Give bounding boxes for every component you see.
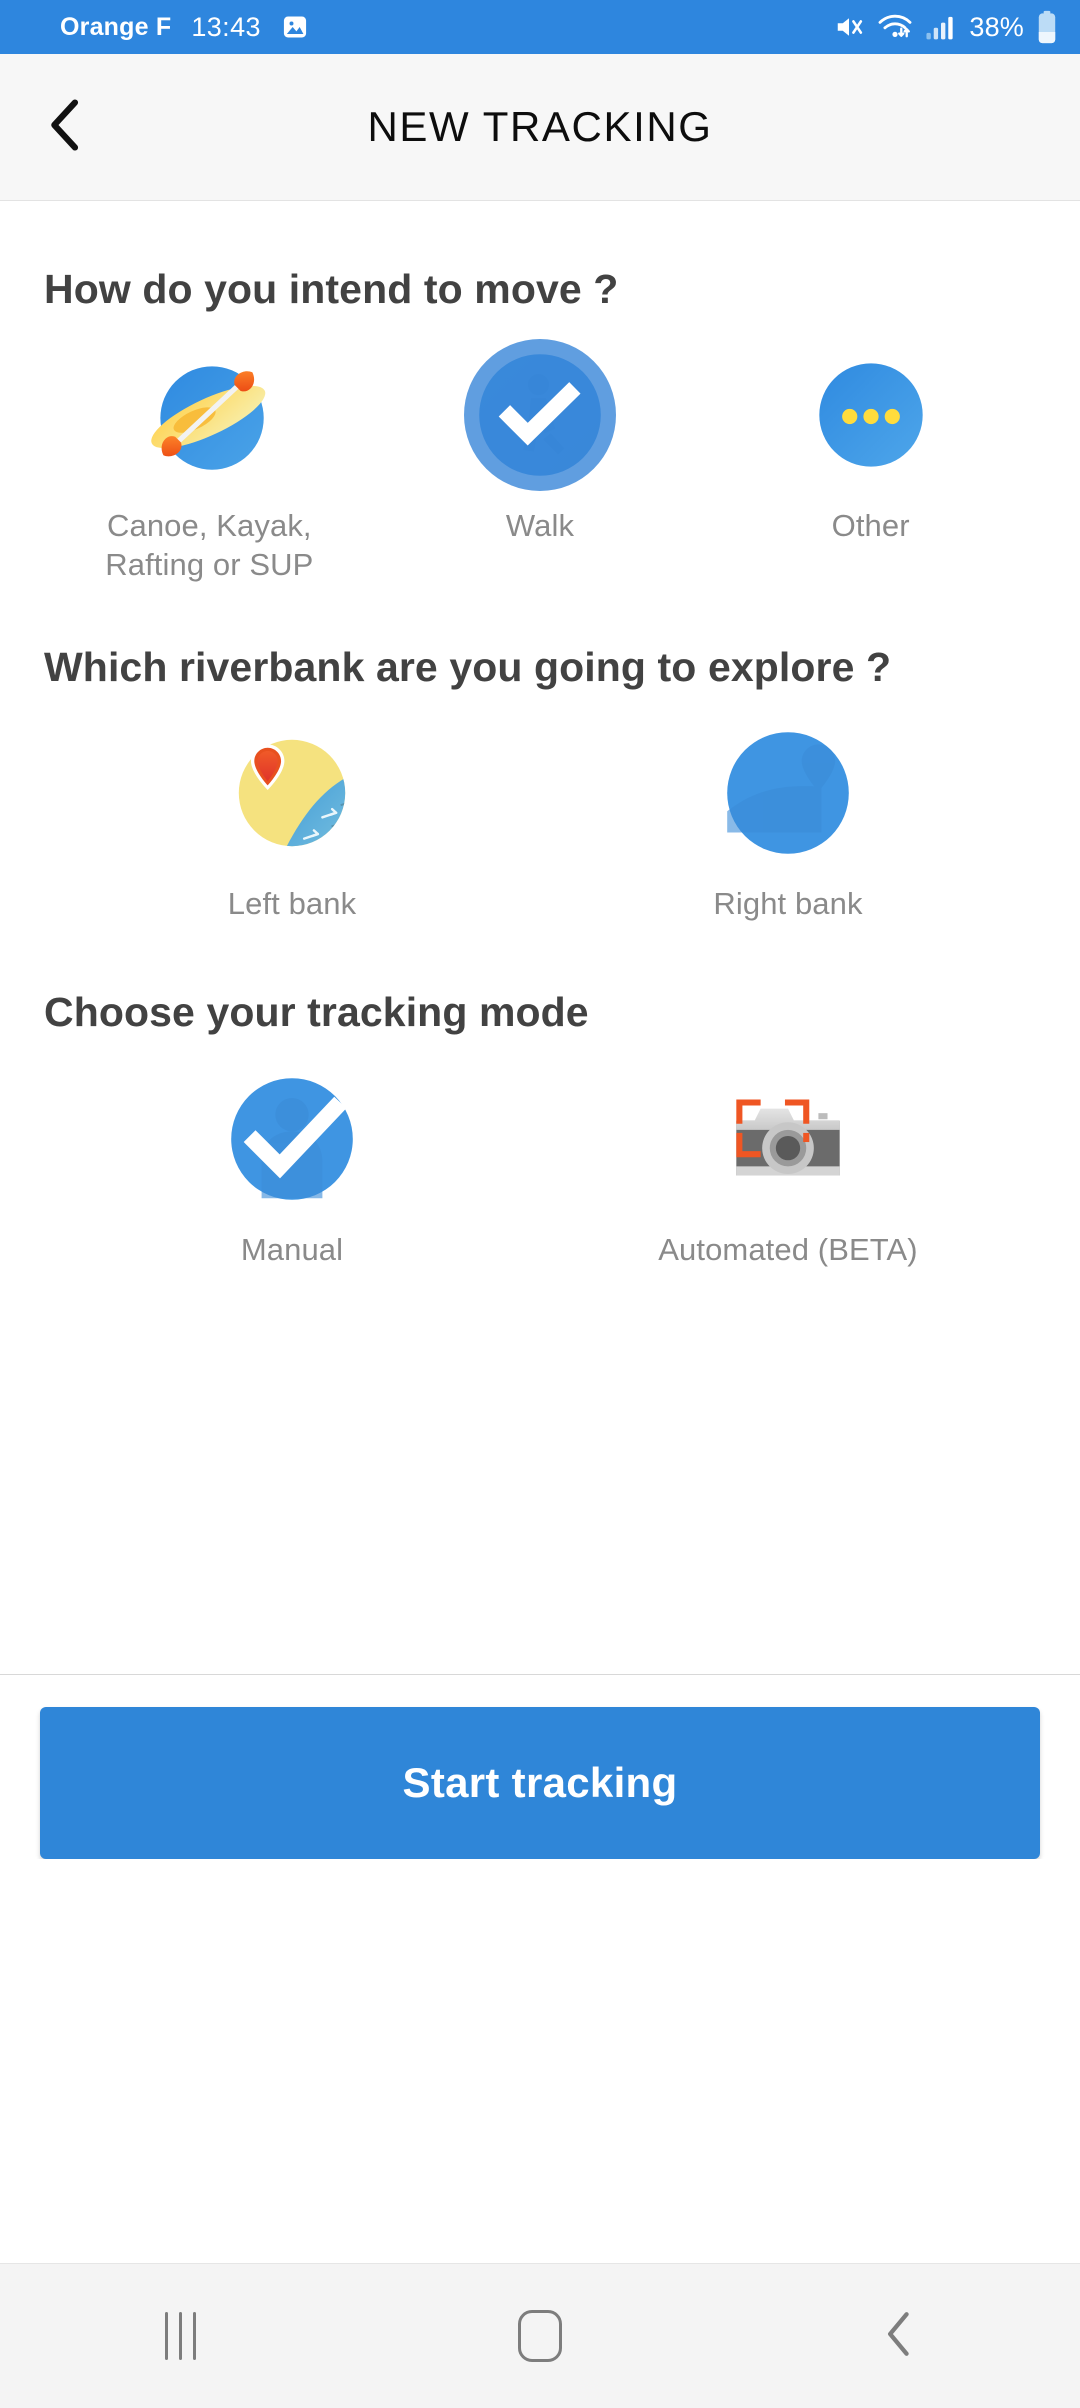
walk-icon xyxy=(463,339,616,492)
option-walk[interactable]: Walk xyxy=(375,339,706,585)
option-left-bank[interactable]: Left bank xyxy=(94,717,491,924)
app-bar: NEW TRACKING xyxy=(0,54,1080,201)
battery-percent-label: 38% xyxy=(969,11,1024,42)
app-screen: Orange F 13:43 38% NEW TRACKING How do y… xyxy=(0,0,1080,2408)
recents-icon xyxy=(164,2312,196,2360)
option-label: Canoe, Kayak, Rafting or SUP xyxy=(105,508,314,583)
screenshot-image-icon xyxy=(281,13,309,41)
move-options: Canoe, Kayak, Rafting or SUP Walk Other xyxy=(44,339,1036,585)
section-title-riverbank: Which riverbank are you going to explore… xyxy=(44,643,892,690)
right-bank-map-pin-icon xyxy=(712,717,864,869)
tracking-mode-options: Manual Automated (BETA) xyxy=(44,1063,1036,1270)
option-label: Other xyxy=(831,508,910,544)
bottom-spacer xyxy=(0,1858,1080,2263)
clock-label: 13:43 xyxy=(191,11,261,42)
home-icon xyxy=(518,2310,562,2362)
home-button[interactable] xyxy=(360,2310,720,2362)
option-canoe-kayak[interactable]: Canoe, Kayak, Rafting or SUP xyxy=(44,339,375,585)
footer: Start tracking xyxy=(0,1673,1080,1859)
battery-icon xyxy=(1036,10,1058,44)
wifi-icon xyxy=(877,12,913,42)
option-label: Manual xyxy=(240,1231,344,1267)
selected-overlay xyxy=(463,339,616,492)
option-manual[interactable]: Manual xyxy=(94,1063,491,1270)
back-nav-button[interactable] xyxy=(720,2311,1080,2362)
mute-icon xyxy=(833,12,865,42)
page-title: NEW TRACKING xyxy=(367,103,713,150)
option-automated[interactable]: Automated (BETA) xyxy=(590,1063,987,1270)
riverbank-options: Left bank Right bank xyxy=(44,717,1036,924)
option-label: Automated (BETA) xyxy=(658,1231,918,1267)
carrier-label: Orange F xyxy=(60,12,172,41)
other-dots-icon xyxy=(795,339,947,491)
left-bank-map-pin-icon xyxy=(216,717,368,869)
option-label: Walk xyxy=(505,508,575,544)
option-label: Left bank xyxy=(227,886,357,922)
camera-icon xyxy=(712,1063,864,1215)
chevron-left-icon xyxy=(44,98,88,157)
manual-pin-icon xyxy=(216,1063,368,1215)
back-icon xyxy=(883,2311,917,2362)
cellular-signal-icon xyxy=(925,13,957,41)
back-button[interactable] xyxy=(30,91,102,163)
start-tracking-button[interactable]: Start tracking xyxy=(40,1706,1040,1859)
main-content: How do you intend to move ? Canoe, Kayak… xyxy=(0,201,1080,1674)
section-title-move: How do you intend to move ? xyxy=(44,266,619,312)
option-label: Right bank xyxy=(713,886,863,922)
status-bar-right: 38% xyxy=(833,10,1058,44)
status-bar: Orange F 13:43 38% xyxy=(0,0,1080,54)
status-bar-left: Orange F 13:43 xyxy=(60,12,833,43)
option-other[interactable]: Other xyxy=(705,339,1036,585)
option-right-bank[interactable]: Right bank xyxy=(590,717,987,924)
section-title-tracking-mode: Choose your tracking mode xyxy=(44,989,589,1036)
kayak-icon xyxy=(133,339,285,491)
recents-button[interactable] xyxy=(0,2312,360,2360)
system-navigation-bar xyxy=(0,2263,1080,2408)
